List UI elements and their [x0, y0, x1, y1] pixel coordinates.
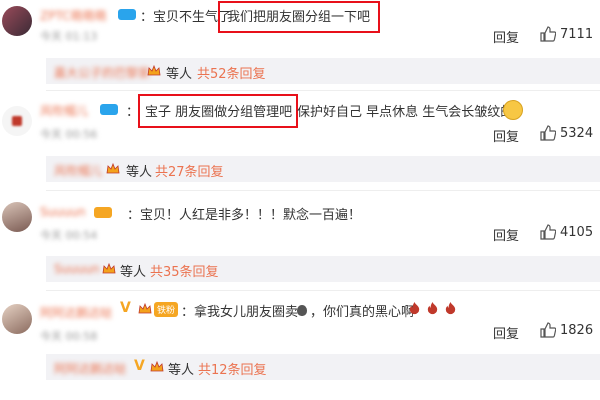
replies-summary[interactable]: 嘉大公子的巴黎家 等人 共52条回复 [46, 58, 600, 84]
money-bag-icon [297, 305, 307, 316]
comment-text: ：拿我女儿朋友圈卖 [181, 305, 299, 320]
crown-icon [138, 302, 152, 314]
avatar[interactable] [2, 106, 32, 136]
crown-icon [150, 360, 164, 372]
replies-summary[interactable]: 风吹帽儿 等人 共27条回复 [46, 156, 600, 182]
highlight-box [218, 1, 380, 33]
username[interactable]: Suuuun [40, 205, 86, 219]
reply-etc: 等人 [166, 67, 193, 82]
vip-badge-icon [100, 104, 118, 115]
like-button[interactable]: 7111 [540, 26, 593, 42]
fan-badge: 铁粉 [154, 302, 179, 317]
reply-button[interactable]: 回复 [493, 323, 519, 342]
divider [46, 190, 600, 191]
fire-emoji-icon [427, 301, 438, 315]
reply-button[interactable]: 回复 [493, 126, 519, 145]
timestamp: 今天 00:58 [40, 330, 98, 343]
timestamp: 今天 01:13 [40, 30, 98, 43]
divider [46, 290, 600, 291]
reply-user[interactable]: 风吹帽儿 [54, 162, 102, 179]
vip-badge-icon [94, 207, 112, 218]
crown-icon [102, 262, 116, 274]
thumb-up-icon [540, 224, 556, 240]
like-count: 7111 [560, 26, 594, 42]
reply-count[interactable]: 共12条回复 [198, 359, 267, 378]
reply-etc: 等人 [168, 363, 195, 378]
reply-button[interactable]: 回复 [493, 225, 519, 244]
like-count: 5324 [560, 125, 594, 141]
smile-emoji-icon [503, 100, 523, 120]
reply-button[interactable]: 回复 [493, 27, 519, 46]
divider [46, 90, 600, 91]
username[interactable]: ZPTC萌萌萌 [40, 7, 106, 24]
comment-text: ：宝贝！人红是非多！！！默念一百遍！ [127, 208, 362, 223]
avatar[interactable] [2, 202, 32, 232]
reply-user[interactable]: 阿阿达鹅达哒 [54, 360, 126, 377]
fire-emoji-icon [409, 301, 420, 315]
comment-text-suffix: 保护好自己 早点休息 生气会长皱纹的 [297, 105, 514, 120]
comment-4: 阿阿达鹅达哒 V 铁粉 ：拿我女儿朋友圈卖 ，你们真的黑心啊 今天 00:58 … [0, 292, 600, 400]
reply-count[interactable]: 共52条回复 [197, 63, 266, 82]
avatar[interactable] [2, 6, 32, 36]
thumb-up-icon [540, 26, 556, 42]
highlight-box [138, 94, 298, 128]
reply-count[interactable]: 共27条回复 [155, 161, 224, 180]
timestamp: 今天 00:56 [40, 128, 98, 141]
avatar[interactable] [2, 304, 32, 334]
reply-etc: 等人 [120, 265, 147, 280]
reply-user[interactable]: 嘉大公子的巴黎家 [54, 64, 150, 81]
crown-icon [106, 162, 120, 174]
timestamp: 今天 00:54 [40, 229, 98, 242]
like-count: 4105 [560, 224, 594, 240]
v-badge-icon: V [134, 358, 145, 374]
like-count: 1826 [560, 322, 594, 338]
thumb-up-icon [540, 125, 556, 141]
like-button[interactable]: 5324 [540, 125, 593, 141]
username[interactable]: 阿阿达鹅达哒 [40, 304, 112, 321]
reply-user[interactable]: Suuuun [54, 262, 100, 276]
comment-text-suffix: ，你们真的黑心啊 [310, 305, 415, 320]
thumb-up-icon [540, 322, 556, 338]
reply-etc: 等人 [126, 165, 153, 180]
like-button[interactable]: 4105 [540, 224, 593, 240]
comment-2: 风吹帽儿 ： 宝子 朋友圈做分组管理吧 保护好自己 早点休息 生气会长皱纹的 今… [0, 92, 600, 188]
fire-emoji-icon [445, 301, 456, 315]
comment-3: Suuuun ：宝贝！人红是非多！！！默念一百遍！ 今天 00:54 回复 41… [0, 192, 600, 288]
v-badge-icon: V [120, 300, 131, 316]
username[interactable]: 风吹帽儿 [40, 102, 88, 119]
comment-1: ZPTC萌萌萌 ：宝贝不生气了 我们把朋友圈分组一下吧 今天 01:13 回复 … [0, 0, 600, 88]
like-button[interactable]: 1826 [540, 322, 593, 338]
vip-badge-icon [118, 9, 136, 20]
reply-count[interactable]: 共35条回复 [150, 261, 219, 280]
crown-icon [147, 64, 161, 76]
replies-summary[interactable]: 阿阿达鹅达哒 V 等人 共12条回复 [46, 354, 600, 380]
replies-summary[interactable]: Suuuun 等人 共35条回复 [46, 256, 600, 282]
